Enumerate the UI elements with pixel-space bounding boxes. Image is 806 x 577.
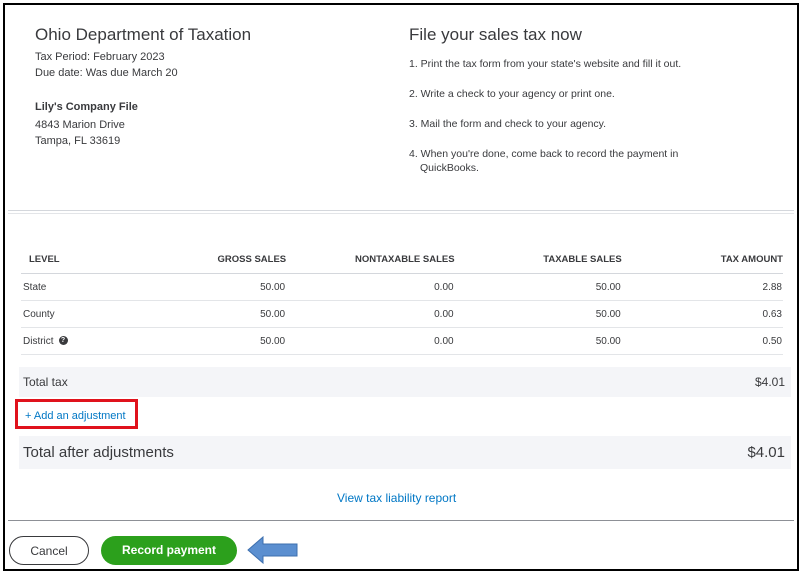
section-divider	[8, 210, 794, 211]
level-cell: County	[21, 300, 138, 328]
level-cell: District?	[21, 327, 138, 355]
total-after-adjustments-label: Total after adjustments	[23, 444, 174, 461]
left-arrow-icon	[247, 536, 298, 564]
nontaxable-sales-cell: 0.00	[286, 327, 455, 355]
address-line-2: Tampa, FL 33619	[35, 135, 121, 147]
tax-breakdown-table: LEVEL GROSS SALES NONTAXABLE SALES TAXAB…	[21, 243, 783, 355]
instruction-step-3: 3. Mail the form and check to your agenc…	[409, 118, 607, 130]
district-label: District	[23, 335, 54, 347]
company-name: Lily's Company File	[35, 101, 138, 113]
section-divider-secondary	[8, 213, 794, 214]
gross-sales-cell: 50.00	[137, 300, 287, 328]
tax-amount-cell: 0.50	[621, 327, 783, 355]
taxable-sales-cell: 50.00	[454, 327, 622, 355]
instruction-step-4-line-1: 4. When you're done, come back to record…	[409, 148, 679, 160]
total-after-adjustments-value: $4.01	[747, 444, 785, 461]
header-gross-sales: GROSS SALES	[137, 243, 287, 274]
sales-tax-payment-panel: Ohio Department of Taxation Tax Period: …	[3, 3, 799, 571]
nontaxable-sales-cell: 0.00	[286, 273, 455, 301]
instructions-title: File your sales tax now	[409, 25, 582, 44]
total-tax-label: Total tax	[23, 375, 68, 389]
header-nontaxable-sales: NONTAXABLE SALES	[286, 243, 455, 274]
add-adjustment-link[interactable]: + Add an adjustment	[25, 410, 126, 422]
table-row: District? 50.00 0.00 50.00 0.50	[21, 327, 783, 355]
address: 4843 Marion Drive Tampa, FL 33619	[35, 117, 395, 149]
footer-divider	[8, 520, 794, 521]
instruction-step-1: 1. Print the tax form from your state's …	[409, 58, 682, 70]
nontaxable-sales-cell: 0.00	[286, 300, 455, 328]
total-after-adjustments-row: Total after adjustments $4.01	[19, 436, 791, 469]
view-tax-liability-report-link[interactable]: View tax liability report	[337, 491, 456, 505]
help-icon[interactable]: ?	[58, 336, 68, 346]
address-line-1: 4843 Marion Drive	[35, 119, 125, 131]
instruction-step-2: 2. Write a check to your agency or print…	[409, 88, 615, 100]
due-date: Due date: Was due March 20	[35, 67, 178, 79]
tax-amount-cell: 2.88	[621, 273, 783, 301]
agency-name: Ohio Department of Taxation	[35, 25, 252, 44]
table-row: County 50.00 0.00 50.00 0.63	[21, 300, 783, 328]
filing-instructions: File your sales tax now 1. Print the tax…	[409, 25, 769, 191]
taxable-sales-cell: 50.00	[454, 273, 622, 301]
header-tax-amount: TAX AMOUNT	[621, 243, 783, 274]
gross-sales-cell: 50.00	[137, 327, 287, 355]
taxable-sales-cell: 50.00	[454, 300, 622, 328]
cancel-button[interactable]: Cancel	[9, 536, 89, 565]
instruction-step-4: 4. When you're done, come back to record…	[409, 147, 769, 175]
table-row: State 50.00 0.00 50.00 2.88	[21, 273, 783, 301]
header-taxable-sales: TAXABLE SALES	[454, 243, 622, 274]
table-header-row: LEVEL GROSS SALES NONTAXABLE SALES TAXAB…	[21, 243, 783, 274]
record-payment-button[interactable]: Record payment	[101, 536, 237, 565]
instruction-step-4-line-2: QuickBooks.	[420, 162, 479, 174]
agency-info: Ohio Department of Taxation Tax Period: …	[35, 25, 395, 149]
header-level: LEVEL	[21, 243, 138, 274]
total-tax-value: $4.01	[754, 375, 785, 389]
total-tax-row: Total tax $4.01	[19, 367, 791, 397]
level-cell: State	[21, 273, 138, 301]
tax-amount-cell: 0.63	[621, 300, 783, 328]
gross-sales-cell: 50.00	[137, 273, 287, 301]
tax-period: Tax Period: February 2023	[35, 51, 165, 63]
